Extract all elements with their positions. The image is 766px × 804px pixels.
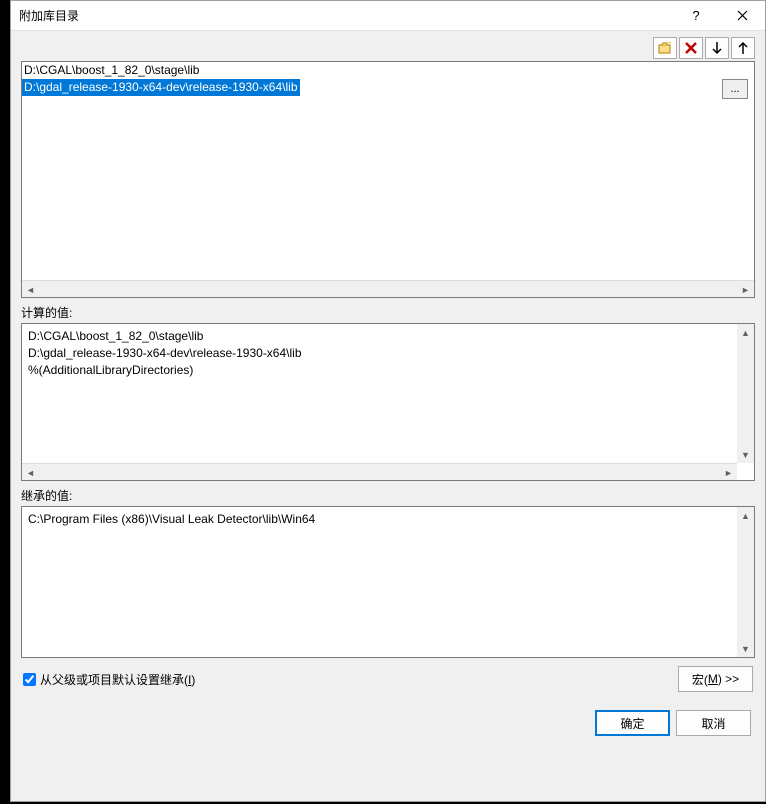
list-toolbar bbox=[11, 31, 765, 61]
window-title: 附加库目录 bbox=[19, 7, 673, 24]
inherited-box-wrapper: C:\Program Files (x86)\Visual Leak Detec… bbox=[21, 506, 755, 658]
delete-x-icon bbox=[684, 41, 698, 55]
new-line-button[interactable] bbox=[653, 37, 677, 59]
scroll-left-icon: ◄ bbox=[22, 464, 39, 481]
close-icon bbox=[737, 10, 748, 21]
inherit-label-post: ) bbox=[191, 673, 195, 687]
macros-hotkey: M bbox=[708, 672, 718, 686]
cancel-button[interactable]: 取消 bbox=[676, 710, 751, 736]
list-item[interactable]: D:\gdal_release-1930-x64-dev\release-193… bbox=[22, 79, 300, 96]
move-up-button[interactable] bbox=[731, 37, 755, 59]
inherit-checkbox-wrap[interactable]: 从父级或项目默认设置继承(I) bbox=[23, 671, 195, 688]
arrow-up-icon bbox=[737, 41, 749, 55]
titlebar: 附加库目录 ? bbox=[11, 1, 765, 31]
scroll-up-icon: ▲ bbox=[737, 507, 754, 524]
evaluated-values-box[interactable]: D:\CGAL\boost_1_82_0\stage\lib D:\gdal_r… bbox=[22, 324, 754, 480]
inherit-checkbox[interactable] bbox=[23, 673, 36, 686]
delete-button[interactable] bbox=[679, 37, 703, 59]
inherit-label-pre: 从父级或项目默认设置继承( bbox=[40, 673, 188, 687]
evaluated-hscrollbar[interactable]: ◄ ► bbox=[22, 463, 737, 480]
scroll-down-icon: ▼ bbox=[737, 446, 754, 463]
move-down-button[interactable] bbox=[705, 37, 729, 59]
inherited-values-box[interactable]: C:\Program Files (x86)\Visual Leak Detec… bbox=[22, 507, 754, 657]
scroll-right-icon: ► bbox=[720, 464, 737, 481]
evaluated-section: 计算的值: D:\CGAL\boost_1_82_0\stage\lib D:\… bbox=[11, 298, 765, 481]
close-button[interactable] bbox=[719, 1, 765, 31]
macros-label-pre: 宏( bbox=[692, 671, 708, 688]
dialog-window: 附加库目录 ? bbox=[10, 0, 766, 802]
scroll-down-icon: ▼ bbox=[737, 640, 754, 657]
inherited-vscrollbar[interactable]: ▲ ▼ bbox=[737, 507, 754, 657]
directories-editable-list[interactable]: D:\CGAL\boost_1_82_0\stage\lib D:\gdal_re… bbox=[22, 62, 754, 280]
evaluated-box-wrapper: D:\CGAL\boost_1_82_0\stage\lib D:\gdal_r… bbox=[21, 323, 755, 481]
scroll-up-icon: ▲ bbox=[737, 324, 754, 341]
footer-row: 从父级或项目默认设置继承(I) 宏(M) >> bbox=[11, 658, 765, 700]
browse-button[interactable]: ... bbox=[722, 79, 748, 99]
evaluated-label: 计算的值: bbox=[21, 304, 755, 321]
dialog-button-row: 确定 取消 bbox=[11, 700, 765, 750]
editable-list-hscrollbar[interactable]: ◄ ► bbox=[22, 280, 754, 297]
inherited-label: 继承的值: bbox=[21, 487, 755, 504]
macros-label-post: ) >> bbox=[718, 672, 739, 686]
ok-button[interactable]: 确定 bbox=[595, 710, 670, 736]
arrow-down-icon bbox=[711, 41, 723, 55]
scroll-left-icon: ◄ bbox=[22, 281, 39, 298]
macros-button[interactable]: 宏(M) >> bbox=[678, 666, 753, 692]
list-item[interactable]: D:\CGAL\boost_1_82_0\stage\lib bbox=[22, 63, 201, 77]
editable-list-wrapper: D:\CGAL\boost_1_82_0\stage\lib D:\gdal_re… bbox=[21, 61, 755, 298]
help-button[interactable]: ? bbox=[673, 1, 719, 31]
inherited-section: 继承的值: C:\Program Files (x86)\Visual Leak… bbox=[11, 481, 765, 658]
evaluated-vscrollbar[interactable]: ▲ ▼ bbox=[737, 324, 754, 463]
inherit-checkbox-label: 从父级或项目默认设置继承(I) bbox=[40, 671, 195, 688]
new-folder-icon bbox=[657, 41, 673, 55]
editable-list-section: D:\CGAL\boost_1_82_0\stage\lib D:\gdal_re… bbox=[11, 61, 765, 298]
scroll-right-icon: ► bbox=[737, 281, 754, 298]
